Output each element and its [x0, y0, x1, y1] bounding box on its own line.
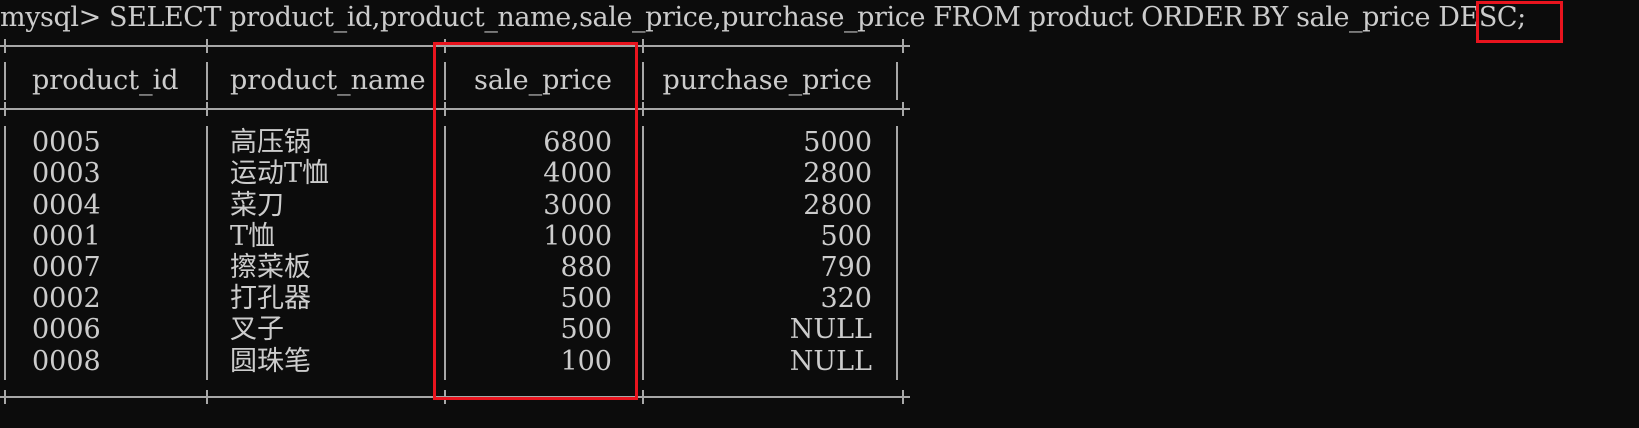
column-separator — [206, 62, 208, 100]
table-cell-purchase-price: 500 — [820, 221, 872, 252]
table-cell-product-id: 0007 — [32, 252, 101, 283]
table-cell-product-name: 打孔器 — [230, 283, 311, 314]
table-cell-purchase-price: 2800 — [803, 158, 872, 189]
table-cell-purchase-price: 2800 — [803, 190, 872, 221]
table-cell-purchase-price: 790 — [820, 252, 872, 283]
column-header-purchase-price: purchase_price — [662, 65, 872, 96]
table-cell-product-name: 菜刀 — [230, 190, 284, 221]
table-cell-purchase-price: 5000 — [803, 127, 872, 158]
column-header-product-name: product_name — [230, 65, 426, 96]
table-cell-purchase-price: NULL — [789, 314, 872, 345]
table-cell-purchase-price: NULL — [789, 346, 872, 377]
table-cell-product-id: 0005 — [32, 127, 101, 158]
table-cell-product-id: 0002 — [32, 283, 101, 314]
table-cell-purchase-price: 320 — [820, 283, 872, 314]
table-cell-product-name: 运动T恤 — [230, 158, 330, 189]
table-border-right — [896, 126, 898, 380]
column-separator — [642, 62, 644, 100]
column-separator — [206, 126, 208, 380]
table-cell-product-name: 圆珠笔 — [230, 346, 311, 377]
table-border-left — [4, 62, 6, 100]
table-cell-product-id: 0006 — [32, 314, 101, 345]
sql-command-text: mysql> SELECT product_id,product_name,sa… — [0, 2, 1439, 33]
table-cell-product-id: 0001 — [32, 221, 101, 252]
table-cell-product-name: 擦菜板 — [230, 252, 311, 283]
column-separator — [642, 126, 644, 380]
sale-price-highlight-box — [433, 42, 638, 400]
table-cell-product-name: T恤 — [230, 221, 276, 252]
sql-command-line: mysql> SELECT product_id,product_name,sa… — [0, 0, 1526, 36]
desc-highlight-box — [1476, 1, 1563, 43]
table-border-right — [896, 62, 898, 100]
table-cell-product-id: 0008 — [32, 346, 101, 377]
table-cell-product-name: 叉子 — [230, 314, 284, 345]
table-cell-product-id: 0003 — [32, 158, 101, 189]
table-cell-product-name: 高压锅 — [230, 127, 311, 158]
table-border-left — [4, 126, 6, 380]
table-cell-product-id: 0004 — [32, 190, 101, 221]
terminal-window[interactable]: mysql> SELECT product_id,product_name,sa… — [0, 0, 1639, 428]
column-header-product-id: product_id — [32, 65, 179, 96]
